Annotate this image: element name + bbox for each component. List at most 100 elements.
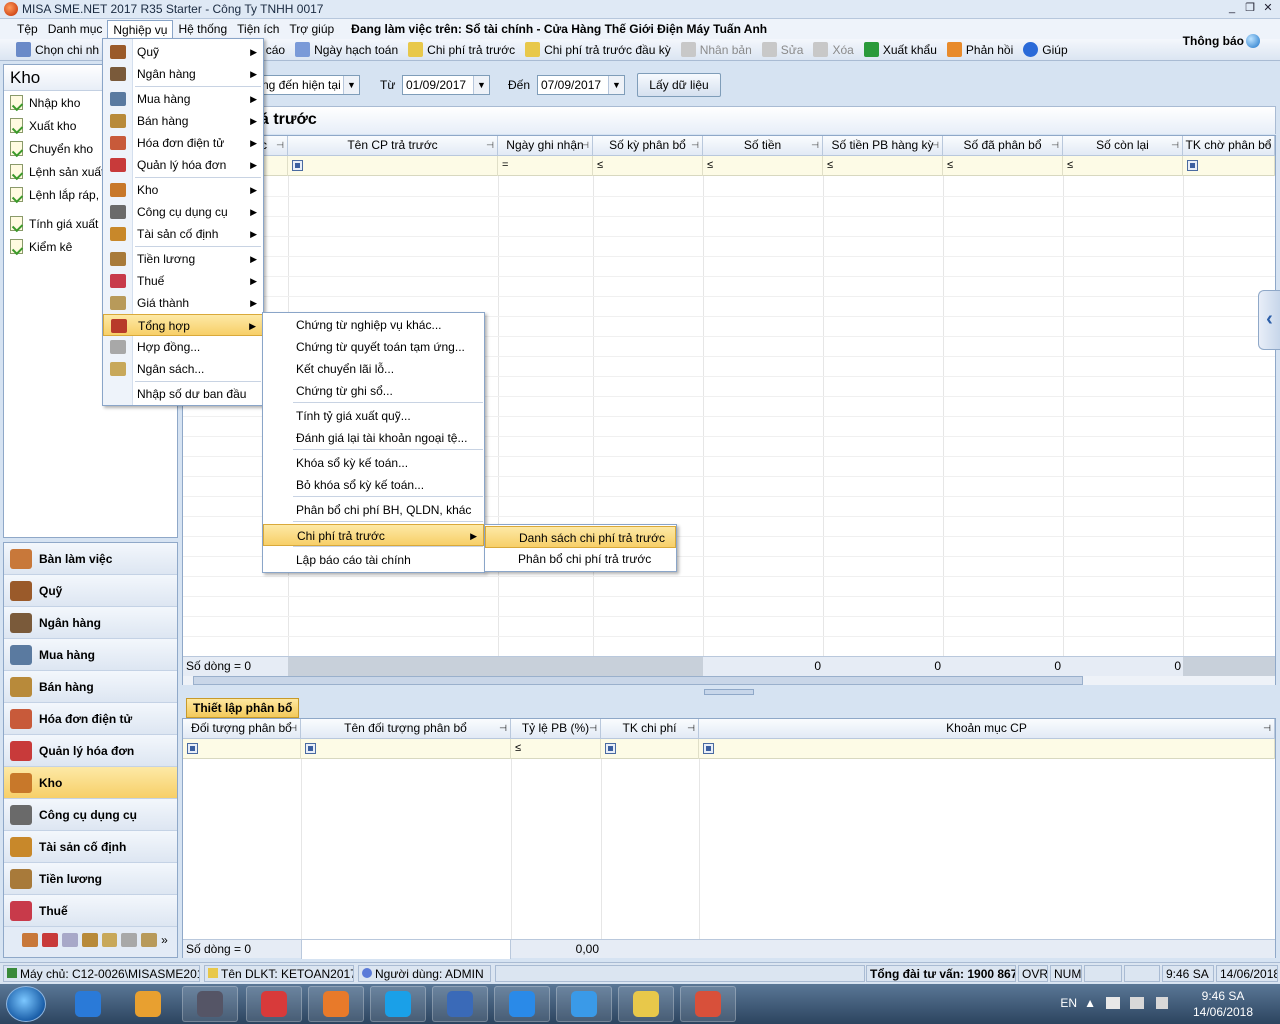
filter-cell[interactable] bbox=[601, 739, 699, 759]
taskbar-app-remote-desktop[interactable] bbox=[556, 986, 612, 1022]
submenu-item[interactable]: Lập báo cáo tài chính bbox=[263, 549, 484, 571]
volume-icon[interactable] bbox=[1156, 997, 1168, 1009]
pin-icon[interactable]: ⊣ bbox=[499, 719, 507, 738]
tab-allocation-setup[interactable]: Thiết lập phân bổ bbox=[186, 698, 300, 718]
scrollbar-thumb[interactable] bbox=[193, 676, 1083, 685]
menu-item[interactable]: Tài sản cố định ▶ bbox=[103, 223, 263, 245]
close-button[interactable]: ✕ bbox=[1260, 1, 1276, 17]
nav-item[interactable]: Thuế bbox=[4, 895, 177, 927]
nav-shortcut-icon[interactable] bbox=[81, 933, 98, 947]
network-icon[interactable] bbox=[1130, 997, 1144, 1009]
menu-item[interactable]: Công cụ dụng cụ ▶ bbox=[103, 201, 263, 223]
nav-shortcut-icon[interactable] bbox=[61, 933, 78, 947]
filter-operator[interactable]: ≤ bbox=[947, 159, 953, 171]
filter-operator[interactable]: ≤ bbox=[827, 159, 833, 171]
pin-icon[interactable]: ⊣ bbox=[1263, 719, 1271, 738]
menu-item[interactable]: Quản lý hóa đơn ▶ bbox=[103, 154, 263, 176]
nav-shortcut-icon[interactable] bbox=[121, 933, 138, 947]
filter-checkbox-icon[interactable] bbox=[1187, 159, 1198, 171]
chevron-down-icon[interactable]: ▼ bbox=[343, 76, 359, 94]
pin-icon[interactable]: ⊣ bbox=[687, 719, 695, 738]
toolbar-delete[interactable]: Xóa bbox=[813, 42, 854, 57]
panel-splitter[interactable] bbox=[704, 689, 754, 695]
submenu-item[interactable]: Chi phí trả trước ▶ bbox=[263, 524, 484, 546]
maximize-button[interactable]: ❐ bbox=[1242, 1, 1258, 17]
taskbar-app-misa[interactable] bbox=[680, 986, 736, 1022]
nav-shortcut-icon[interactable] bbox=[22, 933, 38, 947]
pin-icon[interactable]: ⊣ bbox=[1051, 136, 1059, 155]
taskbar-clock[interactable]: 9:46 SA 14/06/2018 bbox=[1188, 988, 1258, 1020]
taskbar-app-firefox[interactable] bbox=[308, 986, 364, 1022]
grid-column-header[interactable]: Tỷ lệ PB (%) ⊣ bbox=[511, 719, 601, 739]
submenu-item[interactable]: Chứng từ nghiệp vụ khác... bbox=[263, 314, 484, 336]
grid-column-header[interactable]: Số tiền PB hàng kỳ ⊣ bbox=[823, 136, 943, 156]
chevron-down-icon[interactable]: ▼ bbox=[473, 76, 489, 94]
pin-icon[interactable]: ⊣ bbox=[691, 136, 699, 155]
menu-item[interactable]: Giá thành ▶ bbox=[103, 292, 263, 314]
nav-item[interactable]: Tài sản cố định bbox=[4, 831, 177, 863]
pin-icon[interactable]: ⊣ bbox=[589, 719, 597, 738]
nav-item[interactable]: Mua hàng bbox=[4, 639, 177, 671]
menu-nghiep-vu[interactable]: Nghiệp vụ bbox=[107, 20, 174, 38]
toolbar-posting-date[interactable]: Ngày hạch toán bbox=[295, 42, 398, 57]
grid-column-header[interactable]: Số đã phân bổ ⊣ bbox=[943, 136, 1063, 156]
menu-item[interactable]: Tổng hợp ▶ bbox=[103, 314, 263, 336]
chevron-down-icon[interactable]: ▼ bbox=[608, 76, 624, 94]
filter-operator[interactable]: ≤ bbox=[707, 159, 713, 171]
submenu-item[interactable]: Đánh giá lại tài khoản ngoại tệ... bbox=[263, 427, 484, 449]
pin-icon[interactable]: ⊣ bbox=[1171, 136, 1179, 155]
taskbar-app-ultraviewer[interactable] bbox=[432, 986, 488, 1022]
filter-cell[interactable] bbox=[183, 739, 301, 759]
menu-item[interactable]: Quỹ ▶ bbox=[103, 41, 263, 63]
menu-tien-ich[interactable]: Tiện ích bbox=[232, 20, 284, 38]
notification-button[interactable]: Thông báo bbox=[1183, 34, 1260, 48]
menu-item[interactable]: Mua hàng ▶ bbox=[103, 88, 263, 110]
pin-icon[interactable]: ⊣ bbox=[931, 136, 939, 155]
minimize-button[interactable]: _ bbox=[1224, 1, 1240, 17]
language-indicator[interactable]: EN bbox=[1060, 996, 1077, 1010]
toolbar-select-branch[interactable]: Chọn chi nh bbox=[16, 42, 99, 57]
nav-item[interactable]: Bán hàng bbox=[4, 671, 177, 703]
toolbar-export[interactable]: Xuất khẩu bbox=[863, 42, 937, 57]
menu-he-thong[interactable]: Hệ thống bbox=[173, 20, 232, 38]
menu-item[interactable]: Bán hàng ▶ bbox=[103, 110, 263, 132]
menu-item[interactable]: Tiền lương ▶ bbox=[103, 248, 263, 270]
filter-cell[interactable] bbox=[699, 739, 1275, 759]
toolbar-prepaid-expense-opening[interactable]: Chi phí trả trước đầu kỳ bbox=[525, 42, 671, 57]
toolbar-edit[interactable]: Sửa bbox=[761, 42, 803, 57]
nav-item[interactable]: Quản lý hóa đơn bbox=[4, 735, 177, 767]
grid-column-header[interactable]: Khoản mục CP ⊣ bbox=[699, 719, 1275, 739]
filter-cell[interactable]: ≤ bbox=[823, 156, 943, 176]
submenu-item[interactable]: Phân bổ chi phí trả trước bbox=[485, 548, 676, 570]
start-button[interactable] bbox=[6, 986, 46, 1022]
menu-tro-giup[interactable]: Trợ giúp bbox=[284, 20, 339, 38]
grid-column-header[interactable]: TK chi phí ⊣ bbox=[601, 719, 699, 739]
nav-item[interactable]: Tiền lương bbox=[4, 863, 177, 895]
nav-item[interactable]: Công cụ dụng cụ bbox=[4, 799, 177, 831]
filter-cell[interactable] bbox=[301, 739, 511, 759]
grid-column-header[interactable]: Số còn lại ⊣ bbox=[1063, 136, 1183, 156]
to-date-field[interactable]: 07/09/2017 ▼ bbox=[537, 75, 625, 95]
nav-shortcut-icon[interactable] bbox=[101, 933, 118, 947]
pin-icon[interactable]: ⊣ bbox=[1263, 136, 1271, 155]
flag-icon[interactable] bbox=[1106, 997, 1120, 1009]
grid-column-header[interactable]: Ngày ghi nhận ⊣ bbox=[498, 136, 593, 156]
taskbar-app-zalo[interactable] bbox=[494, 986, 550, 1022]
fetch-data-button[interactable]: Lấy dữ liệu bbox=[637, 73, 721, 97]
allocation-grid[interactable]: Đối tượng phân bổ ⊣ Tên đối tượng phân bổ ⊣… bbox=[182, 718, 1276, 959]
nav-shortcut-icon[interactable] bbox=[41, 933, 58, 947]
filter-operator[interactable]: ≤ bbox=[515, 742, 521, 754]
filter-checkbox-icon[interactable] bbox=[292, 159, 303, 171]
submenu-item[interactable]: Bỏ khóa sổ kỳ kế toán... bbox=[263, 474, 484, 496]
grid-column-header[interactable]: Số kỳ phân bổ ⊣ bbox=[593, 136, 703, 156]
pin-icon[interactable]: ⊣ bbox=[276, 136, 284, 155]
taskbar-app-teamviewer[interactable] bbox=[182, 986, 238, 1022]
grid-column-header[interactable]: Đối tượng phân bổ ⊣ bbox=[183, 719, 301, 739]
nav-item[interactable]: Bàn làm việc bbox=[4, 543, 177, 575]
filter-checkbox-icon[interactable] bbox=[305, 742, 316, 754]
nav-item[interactable]: Kho bbox=[4, 767, 177, 799]
submenu-item[interactable]: Chứng từ quyết toán tạm ứng... bbox=[263, 336, 484, 358]
nav-item[interactable]: Quỹ bbox=[4, 575, 177, 607]
pin-icon[interactable]: ⊣ bbox=[289, 719, 297, 738]
filter-cell[interactable] bbox=[288, 156, 498, 176]
